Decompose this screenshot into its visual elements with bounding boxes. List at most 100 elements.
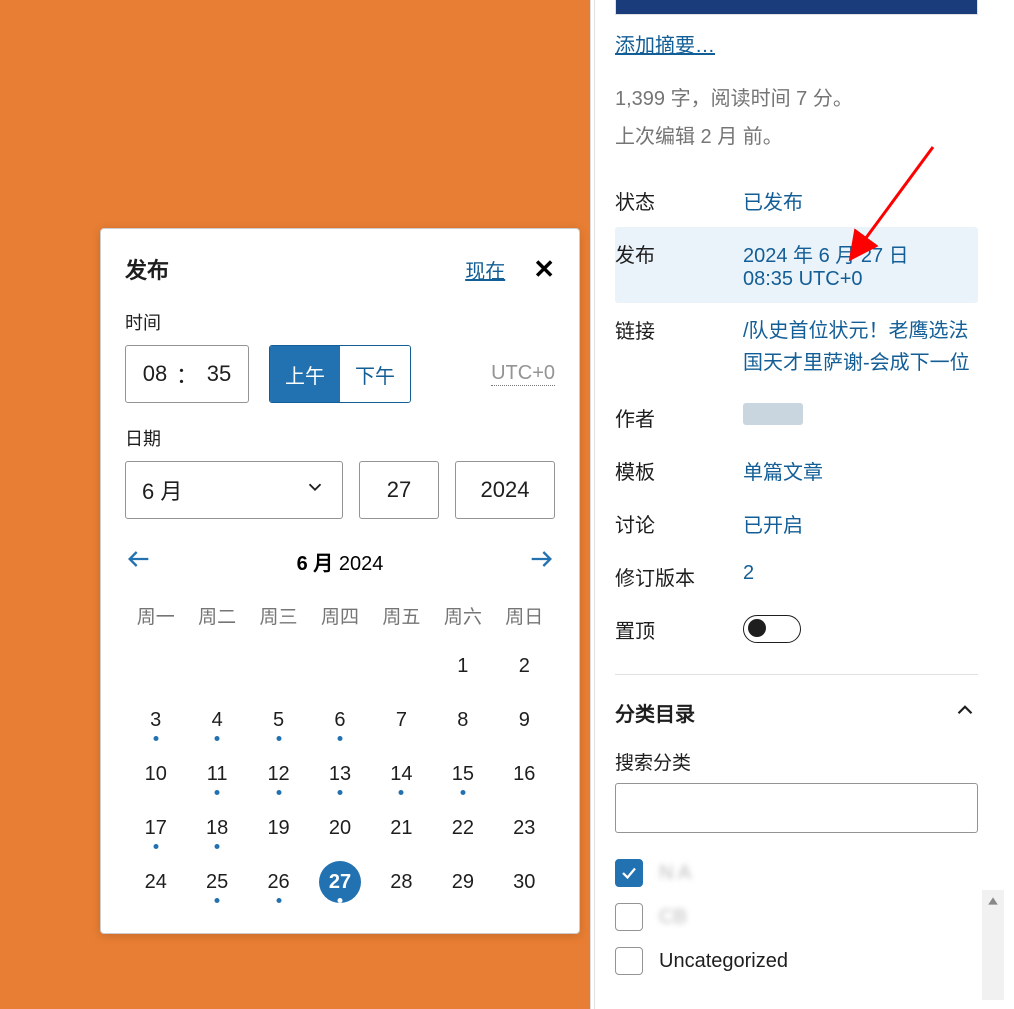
calendar-day[interactable]: 20 (309, 801, 370, 855)
prev-month-button[interactable] (125, 545, 153, 578)
calendar-day[interactable]: 4 (186, 693, 247, 747)
day-input[interactable]: 27 (359, 461, 439, 519)
category-label: N A (659, 862, 691, 885)
scrollbar[interactable] (982, 890, 1004, 1000)
categories-accordion-head[interactable]: 分类目录 (615, 675, 1014, 748)
calendar-day[interactable]: 1 (432, 639, 493, 693)
calendar-day[interactable]: 30 (494, 855, 555, 909)
sidebar-inner: 添加摘要… 1,399 字，阅读时间 7 分。 上次编辑 2 月 前。 状态 已… (591, 0, 1014, 983)
calendar-day[interactable]: 18 (186, 801, 247, 855)
discussion-key: 讨论 (615, 509, 743, 538)
am-button[interactable]: 上午 (270, 346, 340, 402)
post-stats: 1,399 字，阅读时间 7 分。 上次编辑 2 月 前。 (615, 80, 1014, 156)
add-excerpt-link[interactable]: 添加摘要… (615, 35, 715, 57)
now-link[interactable]: 现在 (465, 255, 505, 284)
calendar-day[interactable]: 21 (371, 801, 432, 855)
featured-image-thumb[interactable] (615, 0, 978, 15)
calendar-day[interactable]: 29 (432, 855, 493, 909)
category-list: N A CB Uncategorized (615, 851, 1014, 983)
date-row: 6 月 27 2024 (125, 461, 555, 519)
month-value: 6 月 (142, 474, 182, 506)
hour-value: 08 (140, 361, 170, 387)
timezone-label[interactable]: UTC+0 (491, 362, 555, 386)
ampm-toggle: 上午 下午 (269, 345, 411, 403)
sticky-key: 置顶 (615, 615, 743, 644)
time-controls: 08 ： 35 上午 下午 (125, 345, 411, 403)
excerpt-row: 添加摘要… (615, 29, 1014, 58)
revisions-row[interactable]: 修订版本 2 (615, 550, 1014, 603)
year-input[interactable]: 2024 (455, 461, 555, 519)
category-item[interactable]: CB (615, 895, 978, 939)
pm-button[interactable]: 下午 (340, 346, 410, 402)
status-key: 状态 (615, 186, 743, 215)
publish-date-row[interactable]: 发布 2024 年 6 月 27 日 08:35 UTC+0 (615, 227, 978, 303)
calendar-day[interactable]: 3 (125, 693, 186, 747)
calendar-title: 6 月 2024 (297, 547, 384, 576)
weekday-header: 周二 (186, 592, 247, 639)
template-row[interactable]: 模板 单篇文章 (615, 444, 1014, 497)
calendar-day[interactable]: 5 (248, 693, 309, 747)
calendar-day[interactable]: 19 (248, 801, 309, 855)
calendar-day[interactable]: 7 (371, 693, 432, 747)
calendar-day[interactable]: 8 (432, 693, 493, 747)
permalink-row[interactable]: 链接 /队史首位状元！老鹰选法国天才里萨谢-会成下一位 (615, 303, 1014, 391)
sticky-toggle[interactable] (743, 615, 801, 643)
time-colon: ： (170, 358, 204, 390)
category-item[interactable]: N A (615, 851, 978, 895)
chevron-up-icon (952, 697, 978, 728)
author-row[interactable]: 作者 (615, 391, 1014, 444)
calendar-day[interactable]: 24 (125, 855, 186, 909)
popover-header-actions: 现在 ✕ (465, 255, 555, 284)
search-categories-input[interactable] (615, 783, 978, 833)
calendar-day[interactable]: 13 (309, 747, 370, 801)
calendar-day[interactable]: 9 (494, 693, 555, 747)
time-input[interactable]: 08 ： 35 (125, 345, 249, 403)
scrollbar-up-icon[interactable] (982, 890, 1004, 912)
calendar-day[interactable]: 16 (494, 747, 555, 801)
calendar-year: 2024 (339, 553, 384, 575)
status-row[interactable]: 状态 已发布 (615, 174, 1014, 227)
template-value: 单篇文章 (743, 456, 978, 485)
editor-canvas-backdrop: 发布 现在 ✕ 时间 08 ： 35 上午 下午 UTC+0 日期 (0, 0, 590, 1009)
calendar-day[interactable]: 10 (125, 747, 186, 801)
revisions-value: 2 (743, 562, 978, 585)
calendar-day[interactable]: 11 (186, 747, 247, 801)
time-row: 08 ： 35 上午 下午 UTC+0 (125, 345, 555, 403)
categories-title: 分类目录 (615, 698, 695, 727)
category-checkbox[interactable] (615, 859, 643, 887)
calendar-day[interactable]: 22 (432, 801, 493, 855)
category-item[interactable]: Uncategorized (615, 939, 978, 983)
calendar-day[interactable]: 6 (309, 693, 370, 747)
calendar-day[interactable]: 15 (432, 747, 493, 801)
resize-handle[interactable] (594, 0, 608, 1009)
datetime-popover: 发布 现在 ✕ 时间 08 ： 35 上午 下午 UTC+0 日期 (100, 228, 580, 934)
category-label: CB (659, 906, 687, 929)
close-icon[interactable]: ✕ (533, 256, 555, 282)
calendar-day[interactable]: 25 (186, 855, 247, 909)
category-checkbox[interactable] (615, 947, 643, 975)
discussion-row[interactable]: 讨论 已开启 (615, 497, 1014, 550)
calendar-grid: 周一周二周三周四周五周六周日12345678910111213141516171… (125, 592, 555, 909)
publish-value: 2024 年 6 月 27 日 08:35 UTC+0 (743, 239, 942, 291)
calendar-day[interactable]: 26 (248, 855, 309, 909)
calendar-day[interactable]: 12 (248, 747, 309, 801)
calendar-day[interactable]: 17 (125, 801, 186, 855)
publish-date-line1: 2024 年 6 月 27 日 (743, 239, 942, 268)
stats-line-2: 上次编辑 2 月 前。 (615, 118, 978, 156)
calendar-day[interactable]: 27 (309, 855, 370, 909)
publish-key: 发布 (615, 239, 743, 268)
permalink-value: /队史首位状元！老鹰选法国天才里萨谢-会成下一位 (743, 315, 978, 379)
weekday-header: 周一 (125, 592, 186, 639)
calendar-day[interactable]: 28 (371, 855, 432, 909)
next-month-button[interactable] (527, 545, 555, 578)
calendar-day[interactable]: 2 (494, 639, 555, 693)
calendar-header: 6 月 2024 (125, 545, 555, 578)
day-value: 27 (387, 477, 411, 503)
calendar-day[interactable]: 23 (494, 801, 555, 855)
month-select[interactable]: 6 月 (125, 461, 343, 519)
calendar-month: 6 月 (297, 553, 334, 575)
year-value: 2024 (481, 477, 530, 503)
sticky-value (743, 615, 978, 643)
category-checkbox[interactable] (615, 903, 643, 931)
calendar-day[interactable]: 14 (371, 747, 432, 801)
